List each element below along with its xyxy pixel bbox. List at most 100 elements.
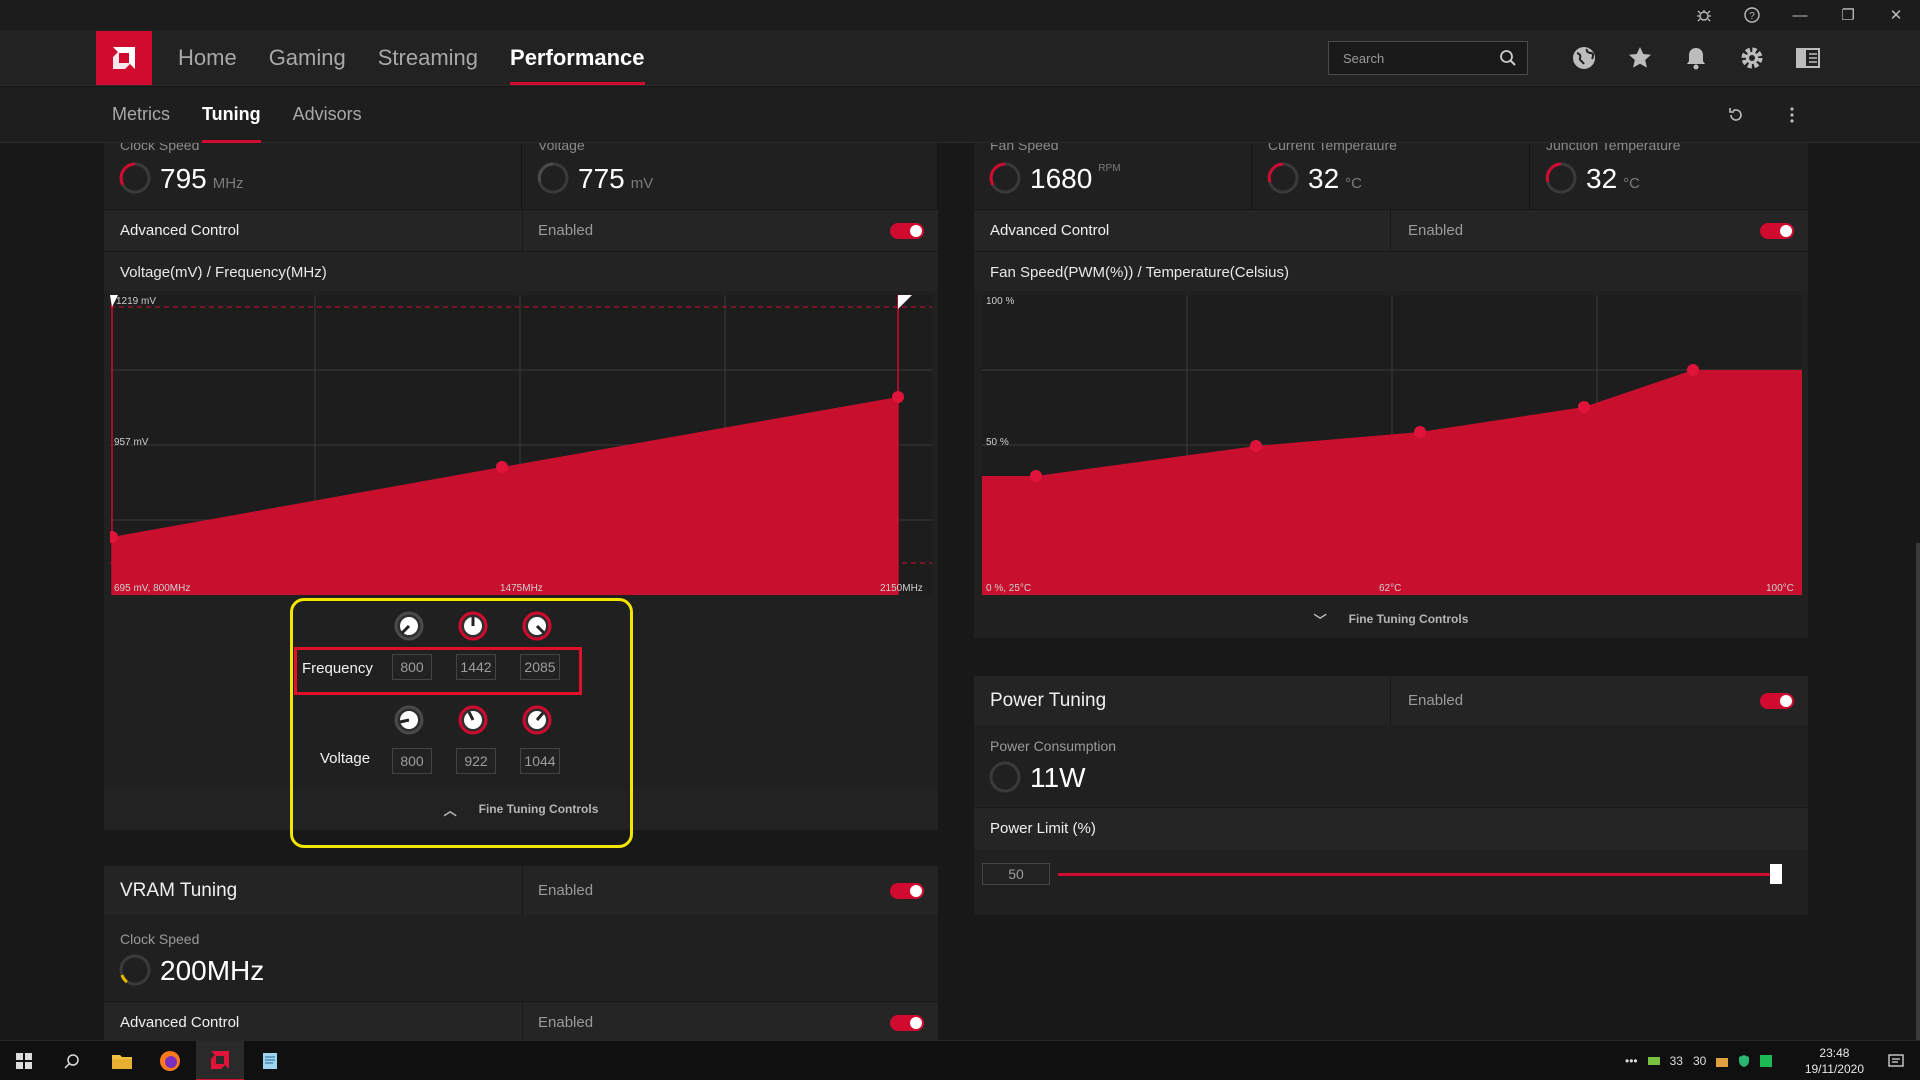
green-tray-icon[interactable] — [1759, 1054, 1773, 1068]
power-consumption-label: Power Consumption — [990, 738, 1117, 754]
fan-speed-stat: Fan Speed 1680 RPM — [974, 143, 1252, 209]
fan-gauge-icon — [989, 162, 1021, 194]
clock-speed-label: Clock Speed — [120, 143, 200, 153]
power-state: Enabled — [1408, 692, 1464, 709]
power-limit-input[interactable]: 50 — [982, 863, 1050, 885]
restore-button[interactable]: ❐ — [1824, 0, 1872, 30]
search-icon[interactable] — [1499, 49, 1517, 67]
file-explorer-icon[interactable] — [98, 1041, 146, 1080]
junction-temp-value: 32 °C — [1586, 163, 1640, 194]
vf-bottom-mid-label: 1475MHz — [500, 583, 543, 594]
taskbar-clock[interactable]: 23:48 19/11/2020 — [1805, 1045, 1864, 1077]
fan-fine-tuning-toggle[interactable]: ﹀ Fine Tuning Controls — [974, 599, 1808, 639]
sidebar-panel-icon[interactable] — [1780, 30, 1836, 86]
gpu-advanced-toggle[interactable] — [890, 223, 924, 239]
fan-bottom-left-label: 0 %, 25°C — [986, 583, 1031, 594]
tray-overflow-icon[interactable]: ••• — [1625, 1054, 1638, 1068]
vf-bottom-left-label: 695 mV, 800MHz — [114, 583, 190, 594]
vf-mid-label: 957 mV — [114, 437, 149, 448]
vram-clock-label: Clock Speed — [120, 931, 200, 947]
vram-state: Enabled — [538, 882, 594, 899]
tray-number-1: 33 — [1669, 1054, 1683, 1068]
vram-clock-gauge-icon — [119, 954, 151, 986]
close-button[interactable]: ✕ — [1872, 0, 1920, 30]
store-tray-icon[interactable] — [1715, 1054, 1729, 1068]
clock-time: 23:48 — [1819, 1046, 1850, 1060]
amd-software-icon[interactable] — [196, 1041, 244, 1080]
windows-start-icon[interactable] — [0, 1041, 48, 1080]
search-box[interactable] — [1328, 41, 1528, 75]
vram-advanced-toggle[interactable] — [890, 1015, 924, 1031]
gpu-advanced-state: Enabled — [538, 222, 594, 239]
voltage-value: 775 mV — [578, 163, 654, 194]
junction-temp-gauge-icon — [1545, 162, 1577, 194]
title-bar: ? — ❐ ✕ — [0, 0, 1920, 30]
power-limit-slider[interactable] — [1058, 873, 1782, 876]
fan-tuning-panel: Fan Speed 1680 RPM Current Temperature 32… — [974, 143, 1808, 638]
nav-tab-streaming[interactable]: Streaming — [368, 30, 488, 86]
search-icon[interactable] — [48, 1041, 96, 1080]
reset-icon[interactable] — [1708, 87, 1764, 143]
globe-icon[interactable] — [1556, 30, 1612, 86]
fan-temperature-chart[interactable]: 100 % 50 % 0 %, 25°C 62°C 100°C — [982, 295, 1802, 595]
vram-tuning-panel: VRAM Tuning Enabled Clock Speed 200MHz A… — [104, 865, 938, 1040]
highlight-box-red — [294, 647, 582, 695]
sub-tab-tuning[interactable]: Tuning — [192, 87, 271, 143]
chevron-down-icon: ﹀ — [1313, 612, 1327, 628]
more-options-icon[interactable] — [1764, 87, 1820, 143]
gpu-tray-icon[interactable] — [1647, 1054, 1661, 1068]
fan-fine-tuning-label: Fine Tuning Controls — [1348, 612, 1469, 626]
power-limit-row: Power Limit (%) — [974, 807, 1808, 849]
gear-icon[interactable] — [1724, 30, 1780, 86]
fan-advanced-toggle[interactable] — [1760, 223, 1794, 239]
vram-toggle[interactable] — [890, 883, 924, 899]
fan-speed-label: Fan Speed — [990, 143, 1059, 153]
search-input[interactable] — [1329, 42, 1489, 74]
voltage-frequency-chart[interactable]: 1219 mV 957 mV 695 mV, 800MHz 1475MHz 21… — [110, 295, 932, 595]
junction-temp-label: Junction Temperature — [1546, 143, 1681, 153]
firefox-icon[interactable] — [146, 1041, 194, 1080]
star-icon[interactable] — [1612, 30, 1668, 86]
scrollbar[interactable] — [1916, 543, 1920, 1040]
system-tray: ••• 33 30 — [1620, 1041, 1777, 1080]
vram-title: VRAM Tuning — [120, 880, 238, 901]
fan-top-label: 100 % — [986, 296, 1014, 307]
clock-speed-value: 795 MHz — [160, 163, 244, 194]
notepad-icon[interactable] — [246, 1041, 294, 1080]
power-limit-slider-thumb[interactable] — [1770, 864, 1782, 884]
current-temp-gauge-icon — [1267, 162, 1299, 194]
sub-navigation: Metrics Tuning Advisors — [0, 87, 1920, 143]
sub-tab-metrics[interactable]: Metrics — [102, 87, 180, 143]
fan-mid-label: 50 % — [986, 437, 1009, 448]
power-toggle[interactable] — [1760, 693, 1794, 709]
nav-tab-performance[interactable]: Performance — [500, 30, 655, 86]
nav-tab-home[interactable]: Home — [168, 30, 247, 86]
sub-tab-advisors[interactable]: Advisors — [283, 87, 372, 143]
vram-advanced-state: Enabled — [538, 1014, 594, 1031]
minimize-button[interactable]: — — [1776, 0, 1824, 30]
notification-icon[interactable] — [1872, 1041, 1920, 1080]
tray-number-2: 30 — [1692, 1054, 1707, 1068]
gpu-advanced-control-row: Advanced Control Enabled — [104, 209, 938, 252]
taskbar: ••• 33 30 23:48 19/11/2020 — [0, 1040, 1920, 1080]
bug-report-icon[interactable] — [1680, 0, 1728, 30]
power-tuning-panel: Power Tuning Enabled Power Consumption 1… — [974, 675, 1808, 915]
bell-icon[interactable] — [1668, 30, 1724, 86]
fan-chart-header: Fan Speed(PWM(%)) / Temperature(Celsius) — [974, 251, 1808, 291]
shield-icon[interactable] — [1737, 1054, 1751, 1068]
vf-bottom-right-label: 2150MHz — [880, 583, 923, 594]
vram-advanced-label: Advanced Control — [120, 1014, 240, 1031]
gpu-advanced-control-label: Advanced Control — [120, 222, 240, 239]
svg-text:?: ? — [1749, 11, 1755, 22]
amd-logo[interactable] — [96, 31, 152, 85]
tuning-content: Clock Speed 795 MHz Voltage 775 mV Advance… — [0, 143, 1920, 1040]
power-title: Power Tuning — [990, 690, 1107, 711]
junction-temp-stat: Junction Temperature 32 °C — [1530, 143, 1808, 209]
nav-tab-gaming[interactable]: Gaming — [259, 30, 356, 86]
help-icon[interactable]: ? — [1728, 0, 1776, 30]
clock-speed-stat: Clock Speed 795 MHz — [104, 143, 522, 209]
fan-speed-value: 1680 RPM — [1030, 163, 1121, 194]
power-consumption-value: 11W — [1030, 762, 1086, 793]
vf-chart-title: Voltage(mV) / Frequency(MHz) — [120, 264, 327, 281]
voltage-gauge-icon — [537, 162, 569, 194]
